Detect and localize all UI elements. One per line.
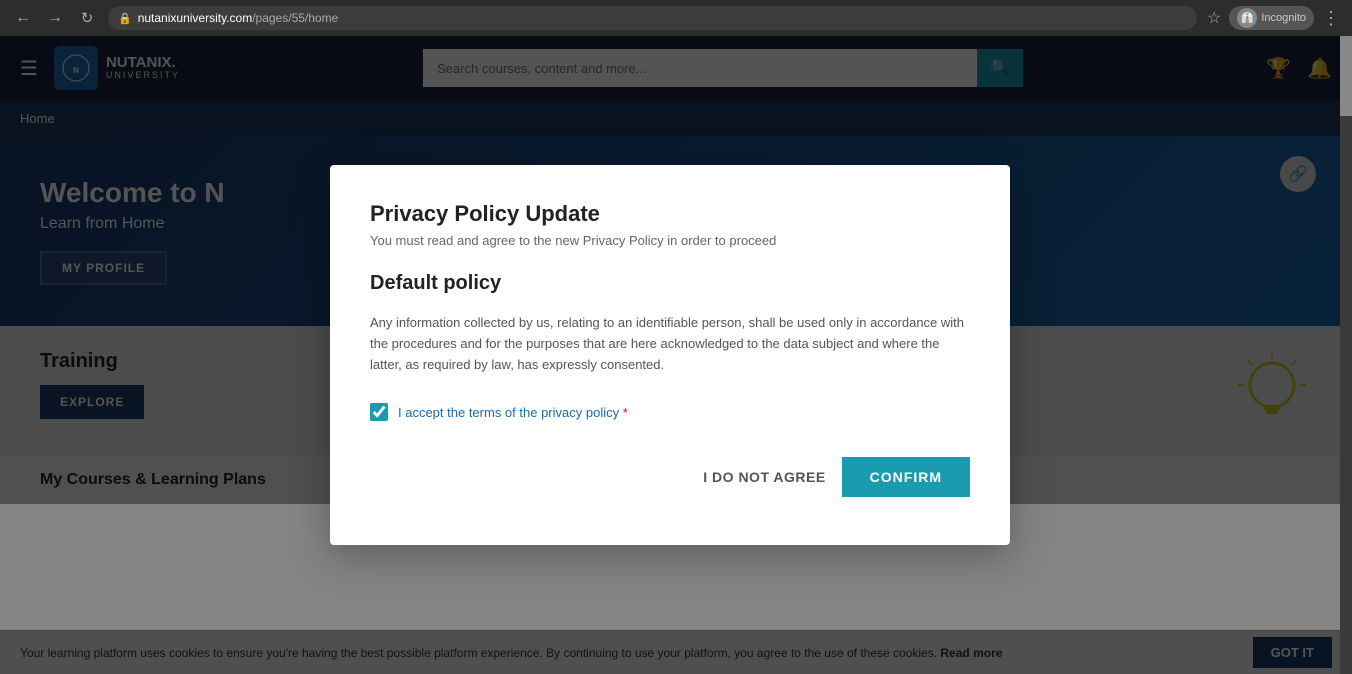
- modal-actions: I DO NOT AGREE CONFIRM: [370, 457, 970, 497]
- browser-menu-button[interactable]: ⋮: [1322, 8, 1340, 29]
- checkbox-label: I accept the terms of the privacy policy…: [398, 405, 628, 420]
- incognito-avatar: 👔: [1237, 8, 1257, 28]
- confirm-button[interactable]: CONFIRM: [842, 457, 970, 497]
- lock-icon: 🔒: [118, 12, 132, 25]
- modal-title: Privacy Policy Update: [370, 201, 970, 227]
- modal-policy-text: Any information collected by us, relatin…: [370, 313, 970, 375]
- modal-subtitle: You must read and agree to the new Priva…: [370, 233, 970, 248]
- forward-button[interactable]: →: [44, 7, 66, 29]
- accept-checkbox[interactable]: [370, 403, 388, 421]
- browser-chrome: ← → ↻ 🔒 nutanixuniversity.com/pages/55/h…: [0, 0, 1352, 36]
- scrollbar[interactable]: [1340, 36, 1352, 674]
- bookmark-icon[interactable]: ☆: [1207, 8, 1221, 28]
- url-text: nutanixuniversity.com/pages/55/home: [138, 11, 339, 25]
- browser-actions: ☆ 👔 Incognito ⋮: [1207, 6, 1340, 30]
- reload-button[interactable]: ↻: [76, 7, 98, 29]
- modal-policy-title: Default policy: [370, 272, 970, 295]
- back-button[interactable]: ←: [12, 7, 34, 29]
- required-star: *: [623, 405, 628, 420]
- address-bar[interactable]: 🔒 nutanixuniversity.com/pages/55/home: [108, 6, 1197, 30]
- incognito-label: Incognito: [1261, 12, 1306, 24]
- checkbox-label-text: I accept the terms of the privacy policy: [398, 405, 619, 420]
- modal-overlay: Privacy Policy Update You must read and …: [0, 36, 1340, 674]
- scrollbar-thumb[interactable]: [1340, 36, 1352, 116]
- accept-checkbox-row: I accept the terms of the privacy policy…: [370, 403, 970, 421]
- do-not-agree-button[interactable]: I DO NOT AGREE: [703, 469, 825, 485]
- privacy-policy-modal: Privacy Policy Update You must read and …: [330, 165, 1010, 545]
- incognito-badge: 👔 Incognito: [1229, 6, 1314, 30]
